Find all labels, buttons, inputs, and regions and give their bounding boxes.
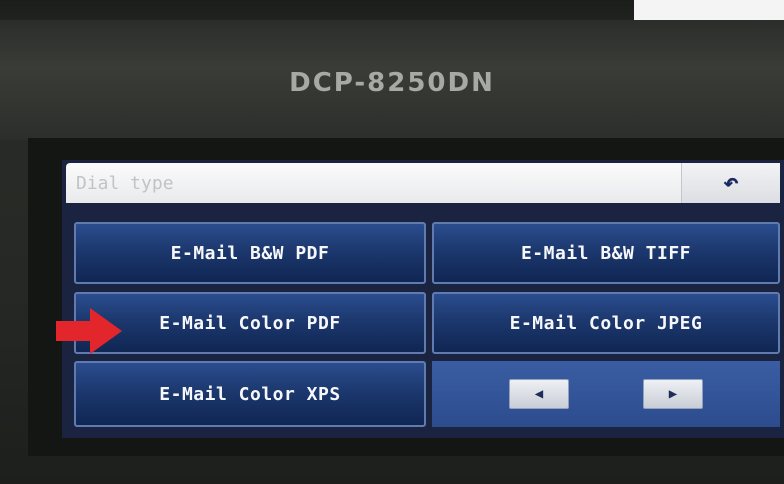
right-arrow-icon: ▶ xyxy=(668,386,678,402)
button-label: E-Mail B&W TIFF xyxy=(520,242,692,264)
email-bw-pdf-button[interactable]: E-Mail B&W PDF xyxy=(74,222,426,284)
button-label: E-Mail Color XPS xyxy=(159,383,341,405)
back-button[interactable]: ↶ xyxy=(681,163,780,203)
previous-page-button[interactable]: ◀ xyxy=(509,379,569,409)
email-color-xps-button[interactable]: E-Mail Color XPS xyxy=(74,361,426,427)
button-label: E-Mail B&W PDF xyxy=(170,242,330,264)
nav-panel: ◀ ▶ xyxy=(432,361,780,427)
left-arrow-icon: ◀ xyxy=(534,386,544,402)
display-text: Dial type xyxy=(76,173,174,194)
button-label: E-Mail Color PDF xyxy=(159,312,341,334)
red-pointer-arrow-icon xyxy=(56,308,122,354)
email-color-pdf-button[interactable]: E-Mail Color PDF xyxy=(74,292,426,354)
next-page-button[interactable]: ▶ xyxy=(643,379,703,409)
back-arrow-icon: ↶ xyxy=(723,168,739,198)
email-bw-tiff-button[interactable]: E-Mail B&W TIFF xyxy=(432,222,780,284)
model-name: DCP-8250DN xyxy=(289,68,495,98)
email-color-jpeg-button[interactable]: E-Mail Color JPEG xyxy=(432,292,780,354)
display-bar: Dial type ↶ xyxy=(66,163,780,203)
button-label: E-Mail Color JPEG xyxy=(509,312,703,334)
